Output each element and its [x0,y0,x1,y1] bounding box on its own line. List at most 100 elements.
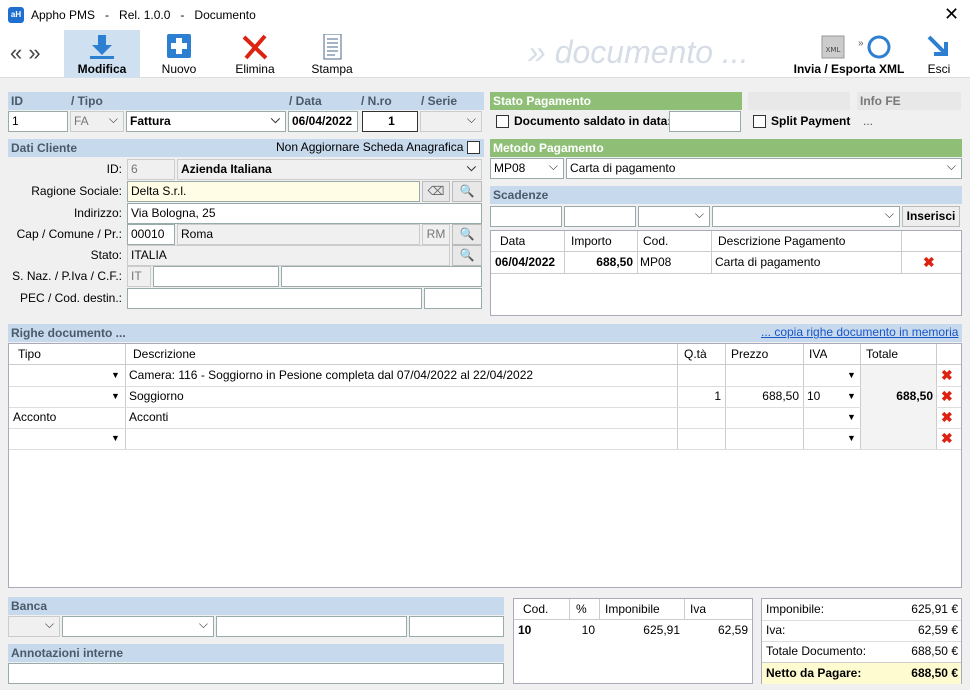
scadenza-desc-cell: Carta di pagamento [715,255,821,269]
riga-descrizione[interactable]: Soggiorno [129,386,184,406]
iva-col-perc: % [576,602,587,616]
search-comune-icon[interactable]: 🔍 [452,224,482,245]
scadenze-grid: Data Importo Cod. Descrizione Pagamento … [490,230,962,316]
invia-label: Invia / Esporta XML [793,62,905,76]
plus-icon [167,34,191,58]
cf-field[interactable] [281,266,482,287]
righe-col-totale: Totale [866,347,899,361]
no-update-label: Non Aggiornare Scheda Anagrafica [276,140,464,154]
scadenze-col-data: Data [500,234,526,248]
modifica-button[interactable]: Modifica [64,30,140,78]
nuovo-label: Nuovo [161,62,197,76]
download-arrow-icon [90,35,114,59]
riga-iva-dropdown-icon[interactable]: ▼ [847,428,856,448]
delete-riga-icon[interactable]: ✖ [941,386,953,406]
nuovo-button[interactable]: Nuovo [142,30,216,78]
stato-field[interactable]: ITALIA [127,245,450,266]
metodo-pagamento-header: Metodo Pagamento [490,139,962,157]
xml-sync-icon: XML » [821,35,891,59]
riga-tipo-dropdown-icon[interactable]: ▼ [111,428,120,448]
iva-cod-cell: 10 [518,623,532,637]
split-payment-checkbox[interactable] [753,115,766,128]
iva-value: 62,59 € [917,623,958,637]
delete-scadenza-icon[interactable]: ✖ [923,252,935,272]
riga-iva[interactable]: 10 [807,386,820,406]
elimina-button[interactable]: Elimina [218,30,292,78]
totale-documento-value: 688,50 € [911,644,958,658]
next-record-icon[interactable]: » [28,40,40,65]
stampa-button[interactable]: Stampa [294,30,370,78]
riga-descrizione[interactable]: Camera: 116 - Soggiorno in Pesione compl… [129,365,533,385]
tipo-code-select[interactable]: FA [70,111,124,132]
scadenza-cod-select[interactable] [638,206,710,227]
cliente-tipo-select[interactable]: Azienda Italiana [177,159,482,180]
data-field[interactable]: 06/04/2022 [288,111,358,132]
riga-descrizione[interactable]: Acconti [129,407,168,427]
tipo-select[interactable]: Fattura [126,111,286,132]
scadenza-data-cell: 06/04/2022 [495,255,556,269]
annotazioni-field[interactable] [8,663,504,684]
comune-field[interactable]: Roma [177,224,420,245]
modifica-label: Modifica [77,62,127,76]
close-window-icon[interactable]: ✕ [944,4,959,24]
netto-value: 688,50 € [911,666,958,680]
banca-bic-field[interactable] [409,616,504,637]
saldato-label: Documento saldato in data: [514,114,672,128]
eraser-icon[interactable]: ⌫ [422,181,450,202]
nro-field[interactable]: 1 [362,111,418,132]
riga-prezzo[interactable]: 688,50 [727,386,799,406]
piva-field[interactable] [153,266,279,287]
metodo-select[interactable]: Carta di pagamento [566,158,962,179]
doc-id-field[interactable]: 1 [8,111,68,132]
scadenza-desc-select[interactable] [712,206,900,227]
banca-select[interactable] [62,616,214,637]
ragione-sociale-field[interactable]: Delta S.r.l. [127,181,420,202]
riga-qta[interactable]: 1 [679,386,721,406]
search-stato-icon[interactable]: 🔍 [452,245,482,266]
netto-label: Netto da Pagare: [766,666,862,680]
imponibile-value: 625,91 € [911,602,958,616]
banca-code-select[interactable] [8,616,60,637]
delete-riga-icon[interactable]: ✖ [941,428,953,448]
righe-col-tipo: Tipo [18,347,41,361]
esci-button[interactable]: Esci [912,30,966,78]
no-update-checkbox[interactable] [467,141,480,154]
riga-tipo[interactable]: Acconto [13,407,56,427]
cod-destinatario-field[interactable] [424,288,482,309]
indirizzo-field[interactable]: Via Bologna, 25 [127,203,482,224]
riga-iva-dropdown-icon[interactable]: ▼ [847,407,856,427]
banca-iban-field[interactable] [216,616,407,637]
scadenze-col-cod: Cod. [643,234,669,248]
serie-select[interactable] [420,111,482,132]
delete-riga-icon[interactable]: ✖ [941,407,953,427]
inserisci-button[interactable]: Inserisci [902,206,960,227]
invia-xml-button[interactable]: XML » Invia / Esporta XML [790,30,908,78]
search-icon[interactable]: 🔍 [452,181,482,202]
split-header [748,92,850,110]
scadenze-col-importo: Importo [571,234,612,248]
scadenza-importo-input[interactable] [564,206,636,227]
pec-field[interactable] [127,288,422,309]
riga-iva-dropdown-icon[interactable]: ▼ [847,365,856,385]
saldato-checkbox[interactable] [496,115,509,128]
saldato-data-field[interactable] [669,111,741,132]
riga-iva-dropdown-icon[interactable]: ▼ [847,386,856,406]
serie-label: / Serie [421,94,458,108]
exit-arrow-icon [927,35,948,56]
imponibile-label: Imponibile: [766,602,825,616]
riga-tipo-dropdown-icon[interactable]: ▼ [111,386,120,406]
scadenza-data-input[interactable] [490,206,562,227]
metodo-code-select[interactable]: MP08 [490,158,564,179]
nro-label: / N.ro [361,94,392,108]
split-payment-label: Split Payment [771,114,851,128]
info-fe-header: Info FE [857,92,961,110]
copy-righe-link[interactable]: ... copia righe documento in memoria [761,325,958,339]
delete-riga-icon[interactable]: ✖ [941,365,953,385]
righe-col-descrizione: Descrizione [133,347,196,361]
banca-header: Banca [8,597,504,615]
iva-table: Cod. % Imponibile Iva 10 10 625,91 62,59 [513,598,753,684]
totale-documento-label: Totale Documento: [766,644,867,658]
prev-record-icon[interactable]: « [10,40,22,65]
cap-field[interactable]: 00010 [127,224,175,245]
riga-tipo-dropdown-icon[interactable]: ▼ [111,365,120,385]
